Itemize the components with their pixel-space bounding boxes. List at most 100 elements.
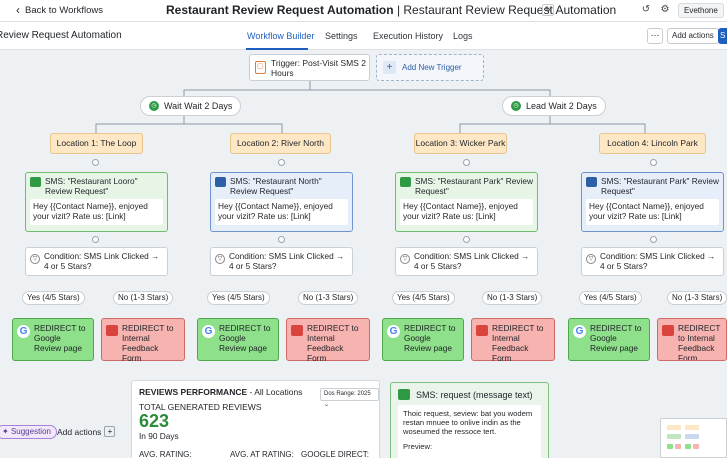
sms-node-2[interactable]: SMS: "Restaurant North" Review Request" … [210, 172, 353, 232]
filter-icon: ▽ [586, 254, 596, 264]
sms-trigger-icon: ▢ [255, 61, 266, 74]
connector-handle[interactable] [92, 236, 99, 243]
chat-icon [586, 177, 597, 187]
clock-icon: ◷ [511, 101, 521, 111]
suggestion-label: Suggestion [10, 427, 51, 436]
chat-icon [291, 325, 303, 336]
branch-yes-2[interactable]: Yes (4/5 Stars) [207, 291, 270, 305]
redirect-google-3[interactable]: G REDIRECT to Google Review page [382, 318, 464, 361]
google-icon: G [17, 325, 30, 338]
preview-label: Preview: [403, 442, 433, 451]
redirect-google-label-4: REDIRECT to Google Review page [590, 323, 642, 353]
branch-no-3[interactable]: No (1-3 Stars) [482, 291, 543, 305]
google-icon: G [573, 325, 586, 338]
connector-handle[interactable] [278, 159, 285, 166]
location-node-1[interactable]: Location 1: The Loop [50, 133, 143, 154]
plus-icon: + [104, 426, 116, 437]
location-node-3[interactable]: Location 3: Wicker Park [414, 133, 507, 154]
connector-handle[interactable] [650, 236, 657, 243]
avg-at-rating-label: AVG. AT RATING: [230, 450, 294, 458]
chat-icon [398, 389, 410, 400]
branch-yes-3[interactable]: Yes (4/5 Stars) [392, 291, 455, 305]
trigger-node[interactable]: ▢ Trigger: Post-Visit SMS 2 Hours [249, 54, 370, 81]
redirect-internal-2[interactable]: REDIRECT to Internal Feedback Form [286, 318, 370, 363]
branch-no-2[interactable]: No (1-3 Stars) [298, 291, 359, 305]
condition-node-1[interactable]: ▽ Condition: SMS Link Clicked → 4 or 5 S… [25, 247, 168, 276]
condition-label-4: Condition: SMS Link Clicked → 4 or 5 Sta… [600, 251, 716, 271]
suggestion-chip[interactable]: ✦ Suggestion [0, 425, 57, 439]
minimap-block [685, 425, 699, 430]
preview-title: SMS: request (message text) [416, 389, 533, 400]
clock-icon: ◷ [149, 101, 159, 111]
connector-handle[interactable] [278, 236, 285, 243]
canvas-minimap[interactable] [660, 418, 727, 458]
redirect-google-1[interactable]: G REDIRECT to Google Review page [12, 318, 94, 361]
preview-body[interactable]: Thoic request, seview: bat you wodem res… [398, 405, 541, 458]
redirect-google-2[interactable]: G REDIRECT to Google Review page [197, 318, 279, 361]
filter-icon: ▽ [30, 254, 40, 264]
chat-icon [215, 177, 226, 187]
condition-node-4[interactable]: ▽ Condition: SMS Link Clicked → 4 or 5 S… [581, 247, 724, 276]
minimap-block [667, 434, 681, 439]
sms-title-2: SMS: "Restaurant North" Review Request" [230, 176, 322, 196]
redirect-internal-1[interactable]: REDIRECT to Internal Feedback Form [101, 318, 185, 363]
branch-no-4[interactable]: No (1-3 Stars) [667, 291, 727, 305]
wait-label-2: Lead Wait 2 Days [526, 101, 597, 111]
add-trigger-label: Add New Trigger [402, 63, 462, 72]
redirect-internal-4[interactable]: REDIRECT to Internal Feedback Form [657, 318, 727, 361]
condition-node-2[interactable]: ▽ Condition: SMS Link Clicked → 4 or 5 S… [210, 247, 353, 276]
branch-yes-4[interactable]: Yes (4/5 Stars) [579, 291, 642, 305]
total-reviews-label: TOTAL GENERATED REVIEWS [139, 402, 262, 412]
sms-preview-panel[interactable]: SMS: request (message text) Thoic reques… [390, 382, 549, 458]
sms-body-4: Hey {{Contact Name}}, enjoyed your vizit… [586, 199, 719, 225]
google-direct-label: GOOGLE DIRECT: [301, 450, 370, 458]
redirect-internal-label-4: REDIRECT to Internal Feedback Form [678, 323, 721, 361]
minimap-block [667, 444, 673, 449]
chat-icon [30, 177, 41, 187]
chat-icon [662, 325, 674, 336]
performance-title-bold: REVIEWS PERFORMANCE [139, 387, 248, 397]
redirect-internal-label-1: REDIRECT to Internal Feedback Form [122, 323, 174, 363]
minimap-block [667, 425, 681, 430]
chat-icon [476, 325, 488, 336]
redirect-internal-3[interactable]: REDIRECT to Internal Feedback Form [471, 318, 555, 363]
branch-yes-1[interactable]: Yes (4/5 Stars) [22, 291, 85, 305]
minimap-block [675, 444, 681, 449]
sms-body-2: Hey {{Contact Name}}, enjoyed your vizit… [215, 199, 348, 225]
condition-label-3: Condition: SMS Link Clicked → 4 or 5 Sta… [414, 251, 530, 271]
plus-icon: + [383, 61, 396, 74]
reviews-performance-card: REVIEWS PERFORMANCE - All Locations Dos … [131, 380, 380, 458]
add-new-trigger-button[interactable]: + Add New Trigger [376, 54, 484, 81]
period-label: In 90 Days [139, 431, 179, 441]
connector-handle[interactable] [92, 159, 99, 166]
connector-handle[interactable] [463, 159, 470, 166]
redirect-google-label-2: REDIRECT to Google Review page [219, 323, 271, 353]
sms-node-3[interactable]: SMS: "Restaurant Park" Review Request" H… [395, 172, 538, 232]
add-actions-footer-button[interactable]: Add actions + [57, 426, 116, 437]
sms-node-1[interactable]: SMS: "Restaurant Looro" Review Request" … [25, 172, 168, 232]
wait-node-1[interactable]: ◷ Wait Wait 2 Days [140, 96, 242, 116]
location-node-2[interactable]: Location 2: River North [230, 133, 331, 154]
connector-handle[interactable] [650, 159, 657, 166]
add-actions-footer-label: Add actions [57, 426, 102, 437]
date-range-select[interactable]: Dos Range: 2025 ⌄ [320, 388, 379, 408]
redirect-google-label-1: REDIRECT to Google Review page [34, 323, 86, 353]
avg-rating-label: AVG. RATING: [139, 450, 192, 458]
minimap-block [685, 444, 691, 449]
location-node-4[interactable]: Location 4: Lincoln Park [599, 133, 706, 154]
redirect-internal-label-2: REDIRECT to Internal Feedback Form [307, 323, 359, 363]
sms-node-4[interactable]: SMS: "Restaurant Park" Review Request" H… [581, 172, 724, 232]
redirect-google-4[interactable]: G REDIRECT to Google Review page [568, 318, 650, 361]
trigger-label: Trigger: Post-Visit SMS 2 Hours [270, 57, 366, 78]
wait-node-2[interactable]: ◷ Lead Wait 2 Days [502, 96, 606, 116]
google-icon: G [202, 325, 215, 338]
sms-body-3: Hey {{Contact Name}}, enjoyed your vizit… [400, 199, 533, 225]
branch-no-1[interactable]: No (1-3 Stars) [113, 291, 174, 305]
preview-message-text: Thoic request, seview: bat you wodem res… [403, 409, 533, 436]
filter-icon: ▽ [400, 254, 410, 264]
filter-icon: ▽ [215, 254, 225, 264]
wait-label-1: Wait Wait 2 Days [164, 101, 233, 111]
connector-handle[interactable] [463, 236, 470, 243]
condition-node-3[interactable]: ▽ Condition: SMS Link Clicked → 4 or 5 S… [395, 247, 538, 276]
minimap-block [685, 434, 699, 439]
